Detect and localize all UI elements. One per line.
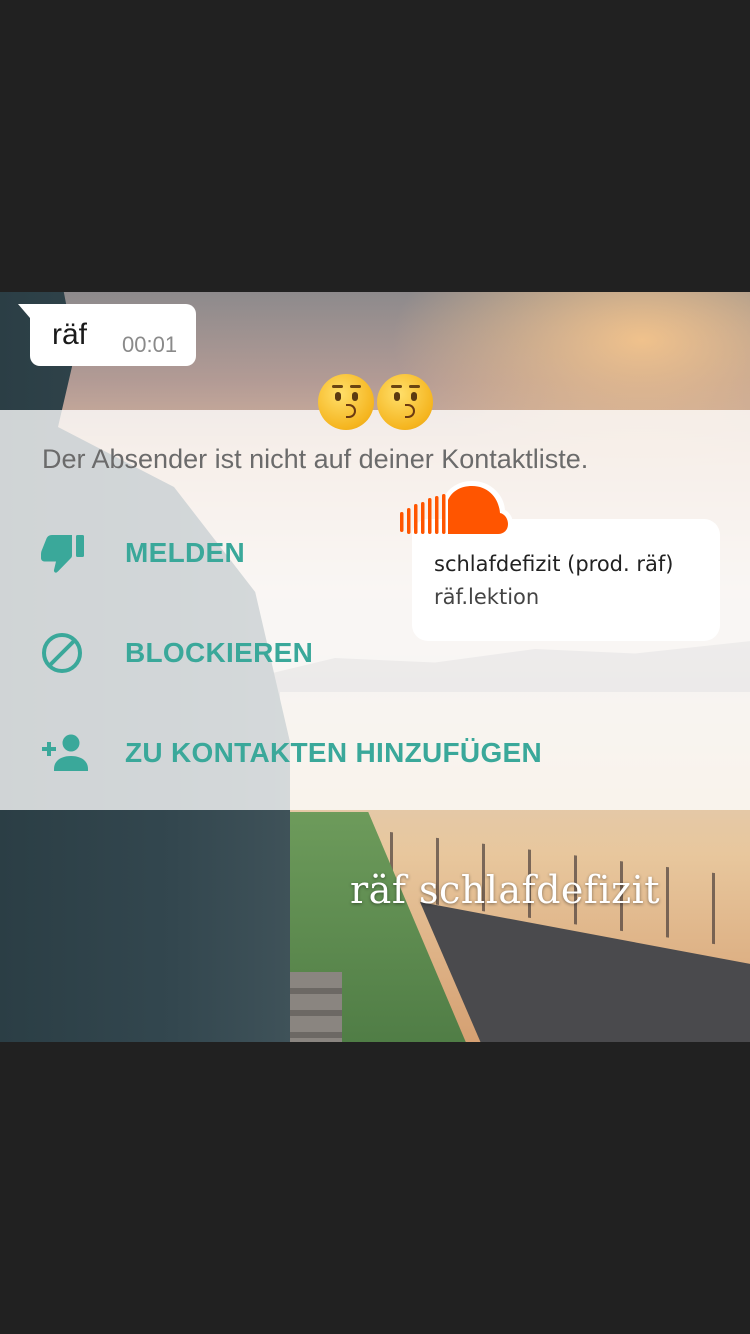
thumbs-down-icon (40, 530, 92, 576)
unknown-sender-notice: Der Absender ist nicht auf deiner Kontak… (42, 444, 589, 474)
add-contact-label: ZU KONTAKTEN HINZUFÜGEN (125, 737, 543, 768)
track-title: schlafdefizit (prod. räf) (434, 552, 674, 576)
add-contact-button[interactable]: ZU KONTAKTEN HINZUFÜGEN (40, 728, 542, 778)
report-button[interactable]: MELDEN (40, 528, 245, 578)
kissing-face-emoji (318, 374, 374, 430)
message-time: 00:01 (122, 332, 178, 357)
kissing-face-emoji (377, 374, 433, 430)
story-caption: räf schlafdefizit (350, 868, 661, 912)
block-icon (40, 630, 92, 676)
report-label: MELDEN (125, 537, 246, 568)
block-button[interactable]: BLOCKIEREN (40, 628, 313, 678)
add-contact-icon (40, 730, 92, 776)
track-artist: räf.lektion (434, 585, 540, 609)
sender-name: räf (52, 318, 88, 351)
chat-bubble[interactable]: räf 00:01 (18, 304, 196, 366)
block-label: BLOCKIEREN (125, 637, 314, 668)
soundcloud-icon (400, 480, 512, 539)
